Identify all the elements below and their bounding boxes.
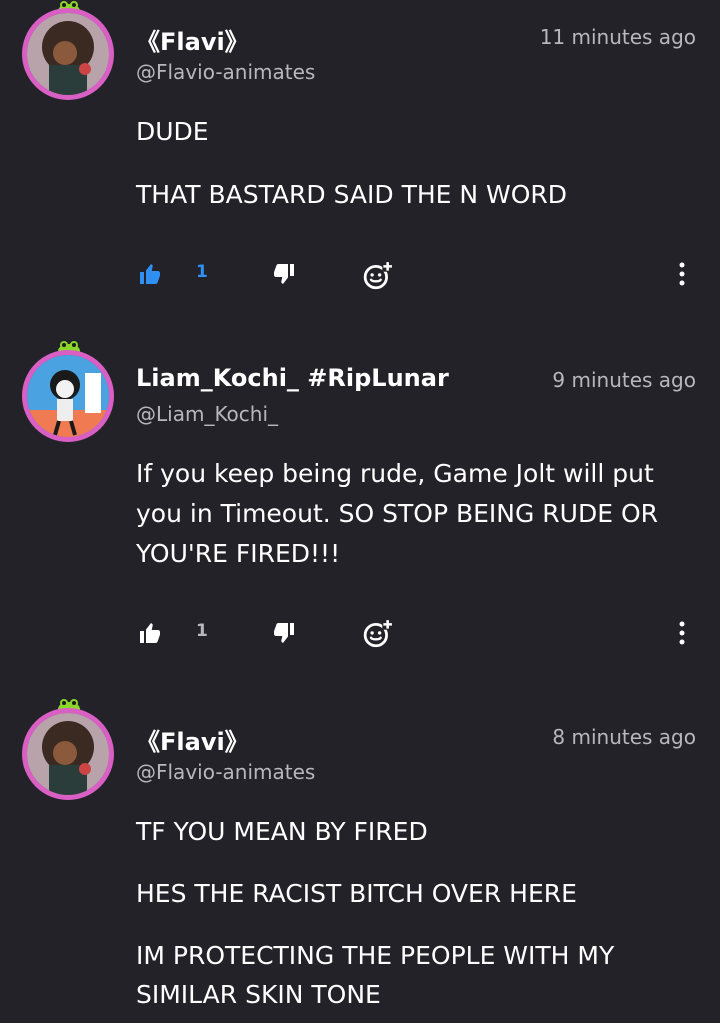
- avatar[interactable]: [22, 341, 114, 442]
- display-name[interactable]: 《Flavi》: [136, 22, 249, 57]
- comment-line: SIMILAR SKIN TONE: [136, 980, 381, 1009]
- comment-line: IM PROTECTING THE PEOPLE WITH MY: [136, 941, 615, 970]
- comment-line: THAT BASTARD SAID THE N WORD: [136, 180, 568, 209]
- comment-line: If you keep being rude, Game Jolt will p…: [136, 459, 654, 488]
- like-count: 1: [196, 621, 208, 641]
- username-handle[interactable]: @Flavio-animates: [136, 60, 315, 84]
- username-handle[interactable]: @Flavio-animates: [136, 760, 315, 784]
- comment-item: 《Flavi》 @Flavio-animates 8 minutes ago T…: [0, 690, 720, 1023]
- like-count: 1: [196, 262, 208, 282]
- comment-line: HES THE RACIST BITCH OVER HERE: [136, 879, 577, 908]
- emoji-add-icon[interactable]: [363, 261, 393, 291]
- thumbs-up-icon[interactable]: [138, 262, 162, 286]
- comment-item: Liam_Kochi_ #RipLunar @Liam_Kochi_ 9 min…: [0, 320, 720, 690]
- thumbs-down-icon[interactable]: [272, 262, 296, 286]
- thumbs-up-icon[interactable]: [138, 621, 162, 645]
- comment-line: YOU'RE FIRED!!!: [136, 539, 341, 568]
- thumbs-down-icon[interactable]: [272, 621, 296, 645]
- display-name[interactable]: Liam_Kochi_ #RipLunar: [136, 364, 449, 392]
- comment-line: you in Timeout. SO STOP BEING RUDE OR: [136, 499, 659, 528]
- avatar-image: [27, 713, 109, 795]
- comment-item: 《Flavi》 @Flavio-animates 11 minutes ago …: [0, 0, 720, 320]
- avatar-image: [27, 355, 109, 437]
- more-vertical-icon[interactable]: [678, 621, 686, 645]
- comment-line: DUDE: [136, 117, 209, 146]
- timestamp[interactable]: 8 minutes ago: [552, 725, 696, 749]
- avatar[interactable]: [22, 1, 114, 100]
- timestamp[interactable]: 11 minutes ago: [540, 25, 696, 49]
- comment-line: TF YOU MEAN BY FIRED: [136, 817, 428, 846]
- display-name[interactable]: 《Flavi》: [136, 722, 249, 757]
- timestamp[interactable]: 9 minutes ago: [552, 368, 696, 392]
- avatar-image: [27, 13, 109, 95]
- more-vertical-icon[interactable]: [678, 262, 686, 286]
- avatar[interactable]: [22, 699, 114, 800]
- username-handle[interactable]: @Liam_Kochi_: [136, 402, 278, 426]
- emoji-add-icon[interactable]: [363, 619, 393, 649]
